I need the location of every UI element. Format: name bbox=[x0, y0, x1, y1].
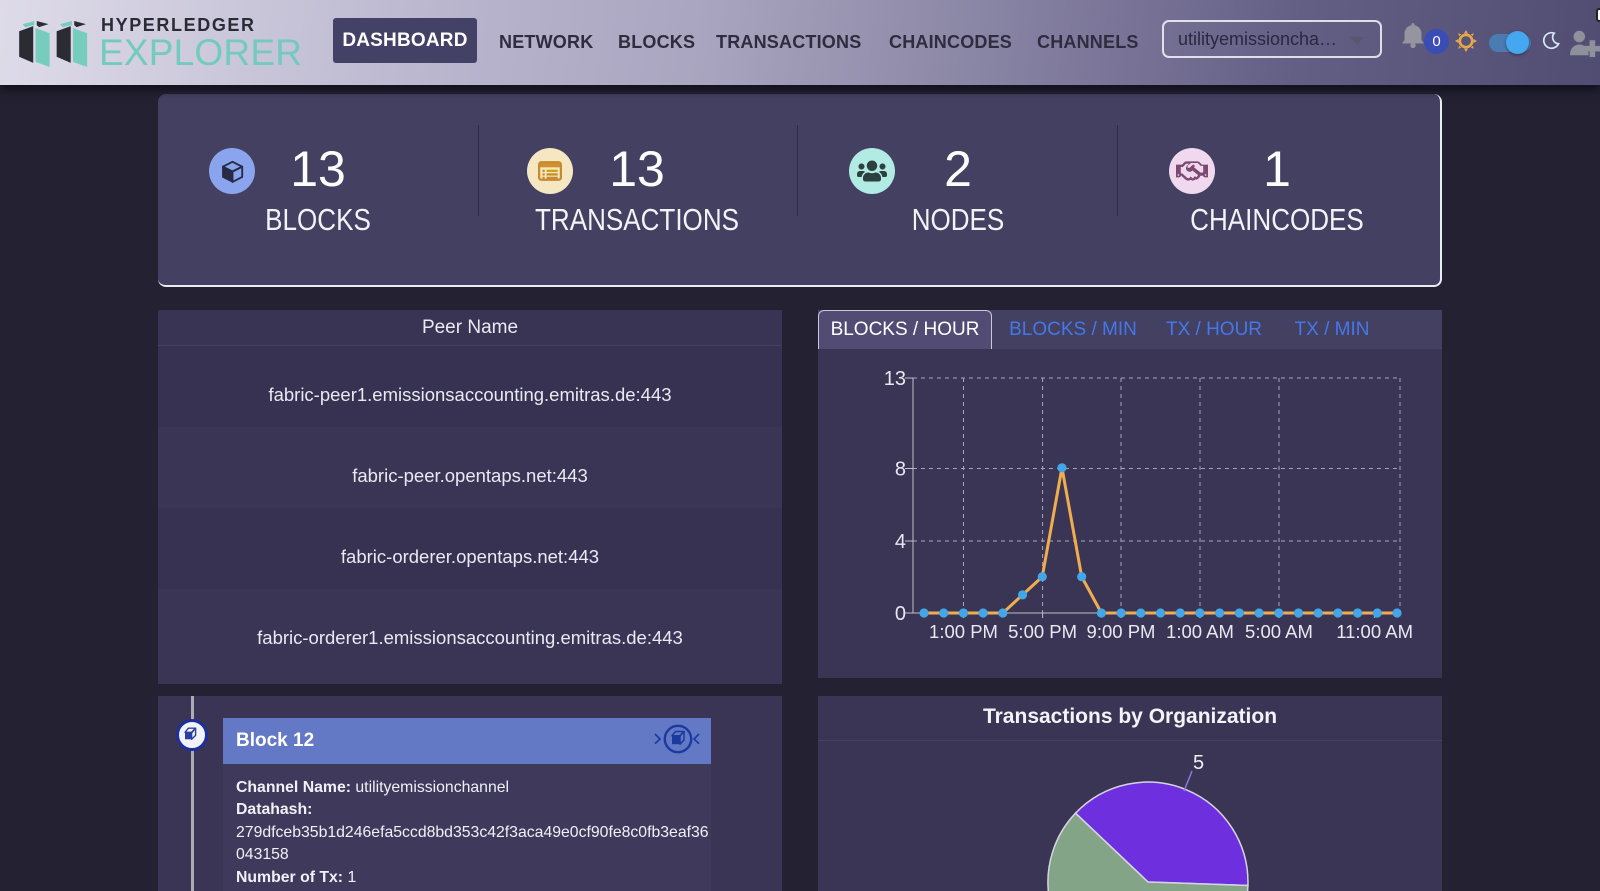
svg-text:13: 13 bbox=[884, 368, 906, 390]
svg-text:9:00 PM: 9:00 PM bbox=[1087, 621, 1156, 642]
svg-text:5:00 PM: 5:00 PM bbox=[1008, 621, 1077, 642]
svg-text:5: 5 bbox=[1193, 752, 1204, 774]
svg-text:8: 8 bbox=[895, 459, 906, 481]
svg-text:5:00 AM: 5:00 AM bbox=[1245, 621, 1313, 642]
svg-text:1:00 AM: 1:00 AM bbox=[1166, 621, 1234, 642]
svg-text:0: 0 bbox=[895, 603, 906, 625]
svg-text:11:00 AM: 11:00 AM bbox=[1336, 621, 1413, 642]
svg-text:4: 4 bbox=[895, 531, 906, 553]
svg-text:1:00 PM: 1:00 PM bbox=[929, 621, 998, 642]
